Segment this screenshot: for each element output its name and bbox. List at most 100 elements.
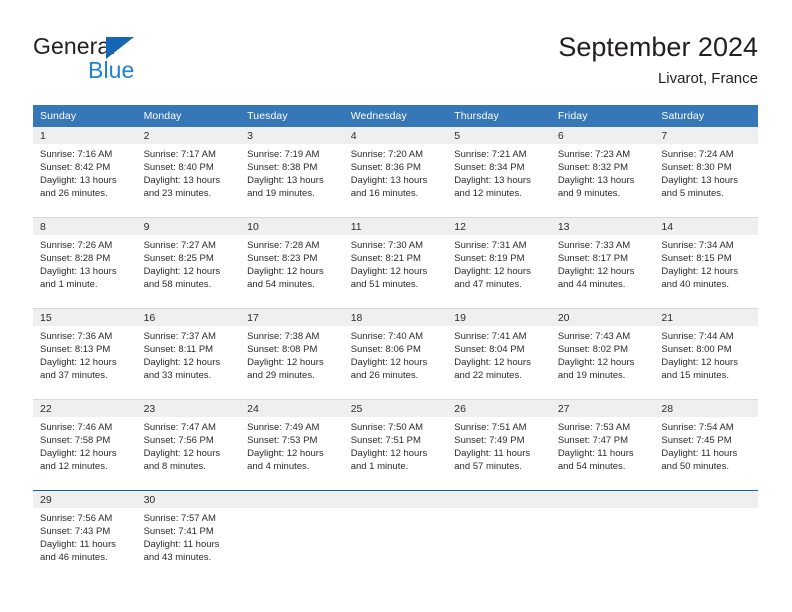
weekday-header-sunday: Sunday (33, 105, 137, 127)
daylight-text-line2: and 57 minutes. (454, 461, 522, 473)
day-details: Sunrise: 7:24 AM Sunset: 8:30 PM Daylight:… (654, 144, 758, 200)
day-details (240, 508, 344, 512)
calendar-day-cell[interactable]: 29 Sunrise: 7:56 AM Sunset: 7:43 PM Dayligh… (33, 490, 137, 581)
sunrise-text: Sunrise: 7:50 AM (350, 422, 424, 433)
calendar-day-cell[interactable]: 22 Sunrise: 7:46 AM Sunset: 7:58 PM Dayligh… (33, 399, 137, 491)
calendar-day-cell[interactable]: 25 Sunrise: 7:50 AM Sunset: 7:51 PM Dayligh… (343, 399, 448, 491)
day-number: 14 (654, 218, 758, 235)
calendar-day-cell[interactable]: 3 Sunrise: 7:19 AM Sunset: 8:38 PM Daylight… (240, 127, 344, 218)
sunset-text: Sunset: 8:08 PM (247, 344, 318, 356)
calendar-day-cell[interactable]: 7 Sunrise: 7:24 AM Sunset: 8:30 PM Daylight… (654, 127, 758, 218)
daylight-text-line1: Daylight: 13 hours (661, 175, 738, 187)
calendar-day-cell[interactable]: 11 Sunrise: 7:30 AM Sunset: 8:21 PM Dayligh… (343, 217, 448, 309)
day-number: 16 (136, 309, 241, 326)
day-details: Sunrise: 7:41 AM Sunset: 8:04 PM Daylight:… (447, 326, 551, 382)
daylight-text-line1: Daylight: 13 hours (350, 175, 428, 187)
day-number (240, 491, 344, 508)
calendar-day-cell[interactable]: 30 Sunrise: 7:57 AM Sunset: 7:41 PM Dayligh… (136, 490, 241, 581)
sunset-text: Sunset: 8:28 PM (40, 253, 111, 265)
sunset-text: Sunset: 8:06 PM (350, 344, 421, 356)
daylight-text-line2: and 51 minutes. (350, 279, 419, 291)
calendar-day-cell[interactable]: 27 Sunrise: 7:53 AM Sunset: 7:47 PM Dayligh… (550, 399, 655, 491)
daylight-text-line2: and 1 minute. (350, 461, 409, 473)
calendar-day-cell[interactable]: 1 Sunrise: 7:16 AM Sunset: 8:42 PM Daylight… (33, 127, 137, 218)
daylight-text-line2: and 19 minutes. (557, 370, 626, 382)
calendar-day-cell[interactable]: 15 Sunrise: 7:36 AM Sunset: 8:13 PM Dayligh… (33, 308, 137, 400)
calendar-day-cell[interactable]: 24 Sunrise: 7:49 AM Sunset: 7:53 PM Dayligh… (240, 399, 344, 491)
day-number: 25 (343, 400, 448, 417)
calendar-day-cell[interactable]: 23 Sunrise: 7:47 AM Sunset: 7:56 PM Dayligh… (136, 399, 241, 491)
calendar-day-cell[interactable]: 17 Sunrise: 7:38 AM Sunset: 8:08 PM Dayligh… (240, 308, 344, 400)
day-details: Sunrise: 7:38 AM Sunset: 8:08 PM Daylight:… (240, 326, 344, 382)
calendar-week-row: 29 Sunrise: 7:56 AM Sunset: 7:43 PM Dayligh… (33, 490, 758, 581)
calendar-day-cell[interactable]: 26 Sunrise: 7:51 AM Sunset: 7:49 PM Dayligh… (447, 399, 551, 491)
sunset-text: Sunset: 8:15 PM (661, 253, 732, 265)
day-number: 27 (550, 400, 655, 417)
day-number: 13 (550, 218, 655, 235)
daylight-text-line2: and 50 minutes. (661, 461, 729, 473)
sunset-text: Sunset: 8:23 PM (247, 253, 318, 265)
sunrise-text: Sunrise: 7:30 AM (350, 240, 424, 251)
sunset-text: Sunset: 8:17 PM (557, 253, 629, 265)
day-details: Sunrise: 7:20 AM Sunset: 8:36 PM Daylight:… (344, 144, 448, 200)
calendar-day-cell[interactable]: 19 Sunrise: 7:41 AM Sunset: 8:04 PM Dayligh… (447, 308, 551, 400)
calendar-day-cell[interactable]: 13 Sunrise: 7:33 AM Sunset: 8:17 PM Dayligh… (550, 217, 655, 309)
calendar-day-cell[interactable]: 5 Sunrise: 7:21 AM Sunset: 8:34 PM Daylight… (447, 127, 551, 218)
sunrise-text: Sunrise: 7:36 AM (40, 331, 113, 342)
day-number: 26 (447, 400, 551, 417)
calendar-week-row: 8 Sunrise: 7:26 AM Sunset: 8:28 PM Daylight… (33, 217, 758, 309)
day-number: 17 (240, 309, 344, 326)
calendar-day-cell[interactable]: 8 Sunrise: 7:26 AM Sunset: 8:28 PM Daylight… (33, 217, 137, 309)
day-details: Sunrise: 7:40 AM Sunset: 8:06 PM Daylight:… (344, 326, 448, 382)
sunrise-text: Sunrise: 7:24 AM (661, 149, 734, 160)
calendar-day-cell[interactable]: 14 Sunrise: 7:34 AM Sunset: 8:15 PM Dayligh… (654, 217, 758, 309)
weekday-header-saturday: Saturday (654, 105, 758, 127)
calendar-day-cell[interactable]: 4 Sunrise: 7:20 AM Sunset: 8:36 PM Daylight… (343, 127, 448, 218)
daylight-text-line1: Daylight: 12 hours (454, 266, 531, 278)
daylight-text-line1: Daylight: 12 hours (247, 266, 324, 278)
calendar-day-cell[interactable]: 28 Sunrise: 7:54 AM Sunset: 7:45 PM Dayligh… (654, 399, 758, 491)
daylight-text-line1: Daylight: 11 hours (454, 448, 531, 460)
sunset-text: Sunset: 8:30 PM (661, 162, 732, 174)
weekday-header-monday: Monday (136, 105, 241, 127)
calendar-day-cell[interactable]: 9 Sunrise: 7:27 AM Sunset: 8:25 PM Daylight… (136, 217, 241, 309)
calendar-day-cell-empty (447, 490, 551, 581)
day-details (551, 508, 655, 512)
day-number: 12 (447, 218, 551, 235)
weekday-header-friday: Friday (550, 105, 655, 127)
daylight-text-line2: and 19 minutes. (247, 188, 315, 200)
sunrise-text: Sunrise: 7:21 AM (454, 149, 527, 160)
calendar-day-cell[interactable]: 2 Sunrise: 7:17 AM Sunset: 8:40 PM Daylight… (136, 127, 241, 218)
day-number: 22 (33, 400, 137, 417)
calendar-day-cell[interactable]: 21 Sunrise: 7:44 AM Sunset: 8:00 PM Dayligh… (654, 308, 758, 400)
day-number: 3 (240, 127, 344, 144)
calendar-day-cell[interactable]: 10 Sunrise: 7:28 AM Sunset: 8:23 PM Dayligh… (240, 217, 344, 309)
daylight-text-line2: and 5 minutes. (661, 188, 724, 200)
calendar-day-cell[interactable]: 20 Sunrise: 7:43 AM Sunset: 8:02 PM Dayligh… (550, 308, 655, 400)
daylight-text-line2: and 23 minutes. (143, 188, 212, 200)
daylight-text-line2: and 46 minutes. (40, 552, 108, 564)
calendar-day-cell[interactable]: 6 Sunrise: 7:23 AM Sunset: 8:32 PM Daylight… (550, 127, 655, 218)
daylight-text-line1: Daylight: 12 hours (661, 357, 738, 369)
sunrise-text: Sunrise: 7:57 AM (143, 513, 216, 524)
calendar-week-row: 22 Sunrise: 7:46 AM Sunset: 7:58 PM Dayligh… (33, 399, 758, 491)
sunset-text: Sunset: 8:13 PM (40, 344, 111, 356)
brand-logo[interactable]: General Blue (33, 33, 223, 85)
sunrise-text: Sunrise: 7:38 AM (247, 331, 320, 342)
daylight-text-line2: and 54 minutes. (247, 279, 315, 291)
calendar-day-cell[interactable]: 12 Sunrise: 7:31 AM Sunset: 8:19 PM Dayligh… (447, 217, 551, 309)
daylight-text-line1: Daylight: 13 hours (40, 266, 117, 278)
day-number: 23 (136, 400, 241, 417)
daylight-text-line1: Daylight: 12 hours (143, 266, 221, 278)
sunset-text: Sunset: 7:43 PM (40, 526, 111, 538)
daylight-text-line1: Daylight: 12 hours (350, 448, 428, 460)
sunrise-text: Sunrise: 7:43 AM (557, 331, 631, 342)
sunrise-text: Sunrise: 7:56 AM (40, 513, 113, 524)
calendar-body: 1 Sunrise: 7:16 AM Sunset: 8:42 PM Daylight… (33, 127, 758, 581)
sunrise-text: Sunrise: 7:27 AM (143, 240, 216, 251)
calendar-day-cell[interactable]: 16 Sunrise: 7:37 AM Sunset: 8:11 PM Dayligh… (136, 308, 241, 400)
daylight-text-line1: Daylight: 13 hours (247, 175, 324, 187)
sunset-text: Sunset: 7:58 PM (40, 435, 111, 447)
sunrise-text: Sunrise: 7:23 AM (557, 149, 631, 160)
calendar-day-cell[interactable]: 18 Sunrise: 7:40 AM Sunset: 8:06 PM Dayligh… (343, 308, 448, 400)
